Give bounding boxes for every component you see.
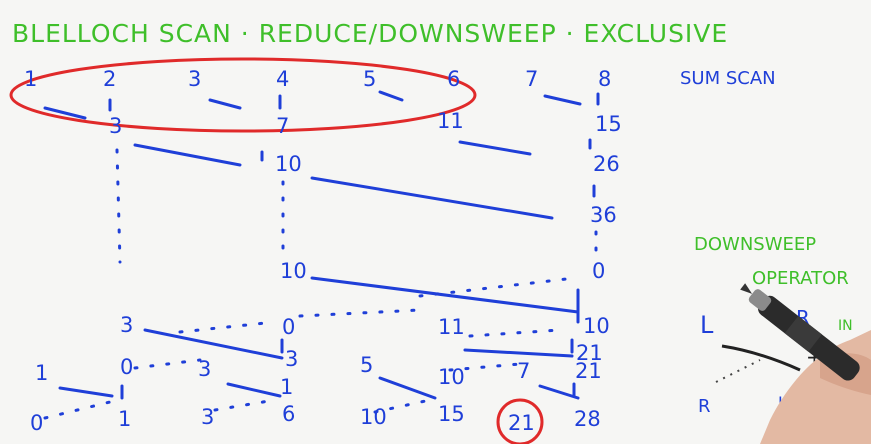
input-value: 5 <box>363 67 376 91</box>
output-value: 15 <box>438 402 465 426</box>
whiteboard-diagram: BLELLOCH SCAN · REDUCE/DOWNSWEEP · EXCLU… <box>9 19 871 444</box>
downsweep-label: DOWNSWEEP <box>694 234 816 255</box>
downsweep-level-1: 3 0 11 10 <box>120 313 610 339</box>
input-value: 4 <box>276 67 289 91</box>
downsweep-value: 21 <box>575 359 602 383</box>
output-value: 10 <box>360 405 387 429</box>
downsweep-value: 3 <box>120 313 133 337</box>
output-value: 3 <box>201 405 214 429</box>
reduce-edge <box>378 90 404 102</box>
downsweep-edge <box>463 348 574 358</box>
reduce-edge <box>458 140 532 156</box>
reduce-edge <box>310 176 554 220</box>
partial-sum: 15 <box>595 112 622 136</box>
dotted-guide <box>178 320 277 334</box>
operator-dotted-stroke <box>715 359 761 383</box>
dotted-guide <box>115 148 122 264</box>
downsweep-value: 10 <box>583 314 610 338</box>
input-value: 2 <box>103 67 116 91</box>
dotted-guide <box>43 400 112 420</box>
partial-sum: 7 <box>276 114 289 138</box>
input-value: 8 <box>598 67 611 91</box>
partial-sum: 11 <box>437 109 464 133</box>
downsweep-value: 11 <box>438 315 465 339</box>
operator-left-label: L <box>700 311 714 339</box>
reduce-level-1: 3 7 11 15 <box>109 109 622 138</box>
dotted-guide <box>298 308 422 318</box>
input-value: 3 <box>188 67 201 91</box>
dotted-guide <box>133 358 202 370</box>
operator-label: OPERATOR <box>752 268 849 289</box>
reduce-level-2: 10 26 <box>275 152 620 176</box>
partial-sum: 26 <box>593 152 620 176</box>
downsweep-edge <box>58 386 114 398</box>
output-value: 1 <box>118 407 131 431</box>
input-row: 1 2 3 4 5 6 7 8 <box>24 67 611 91</box>
input-value: 7 <box>525 67 538 91</box>
downsweep-edge <box>538 384 580 400</box>
partial-sum: 10 <box>275 152 302 176</box>
downsweep-value: 5 <box>360 353 373 377</box>
operator-out-left-label: R <box>698 396 711 417</box>
reduce-edge <box>133 143 242 167</box>
reduce-edge <box>208 98 242 110</box>
downsweep-value: 0 <box>120 355 133 379</box>
downsweep-edge <box>226 382 282 398</box>
highlight-circle-inputs <box>9 57 477 133</box>
total-sum: 36 <box>590 203 617 227</box>
downsweep-value: 1 <box>280 375 293 399</box>
output-value: 0 <box>30 411 43 435</box>
downsweep-value: 0 <box>282 315 295 339</box>
operator-stroke <box>721 344 801 372</box>
output-value: 21 <box>508 411 535 435</box>
input-value: 1 <box>24 67 37 91</box>
output-value: 6 <box>282 402 295 426</box>
downsweep-strokes <box>58 276 580 400</box>
downsweep-edge <box>310 276 580 314</box>
downsweep-value: 10 <box>280 259 307 283</box>
downsweep-level-3: 1 0 3 1 5 10 7 21 <box>35 353 602 399</box>
identity-value: 0 <box>592 259 605 283</box>
partial-sum: 3 <box>109 114 122 138</box>
reduce-strokes <box>43 90 600 220</box>
sum-scan-label: SUM SCAN <box>680 68 776 89</box>
downsweep-value: 3 <box>285 347 298 371</box>
downsweep-edge <box>378 376 437 400</box>
reduce-level-3: 36 <box>590 203 617 227</box>
input-value: 6 <box>447 67 460 91</box>
downsweep-value: 7 <box>517 359 530 383</box>
output-row: 0 1 3 6 10 15 21 28 <box>30 402 601 435</box>
dotted-guide <box>468 328 562 338</box>
downsweep-value: 1 <box>35 361 48 385</box>
downsweep-edge <box>143 328 284 360</box>
operator-in-label: IN <box>838 318 853 334</box>
reduce-edge <box>543 94 582 106</box>
output-value: 28 <box>574 407 601 431</box>
marker-and-hand <box>740 283 871 444</box>
dotted-guide <box>213 398 277 412</box>
diagram-title: BLELLOCH SCAN · REDUCE/DOWNSWEEP · EXCLU… <box>12 19 728 48</box>
